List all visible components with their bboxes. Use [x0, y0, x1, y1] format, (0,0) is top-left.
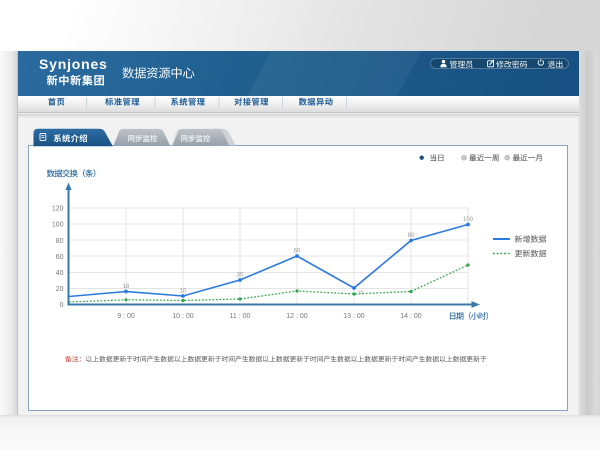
svg-text:14 : 00: 14 : 00 [400, 313, 422, 320]
svg-text:10 : 00: 10 : 00 [172, 313, 194, 320]
svg-text:0: 0 [60, 302, 64, 309]
svg-text:120: 120 [52, 206, 64, 213]
svg-text:9 : 00: 9 : 00 [117, 313, 135, 320]
svg-text:20: 20 [56, 286, 64, 293]
svg-text:60: 60 [294, 249, 301, 255]
svg-text:35: 35 [237, 273, 244, 279]
svg-text:10: 10 [358, 291, 364, 297]
svg-text:10: 10 [180, 289, 187, 295]
svg-text:11 : 00: 11 : 00 [230, 313, 251, 320]
svg-text:60: 60 [56, 254, 64, 261]
svg-text:12 : 00: 12 : 00 [286, 313, 308, 320]
svg-text:80: 80 [56, 238, 64, 245]
svg-text:100: 100 [463, 217, 474, 223]
svg-text:13 : 00: 13 : 00 [343, 313, 365, 320]
svg-text:100: 100 [52, 222, 64, 229]
svg-text:40: 40 [56, 270, 64, 277]
svg-text:18: 18 [123, 284, 130, 290]
svg-text:80: 80 [408, 233, 415, 239]
